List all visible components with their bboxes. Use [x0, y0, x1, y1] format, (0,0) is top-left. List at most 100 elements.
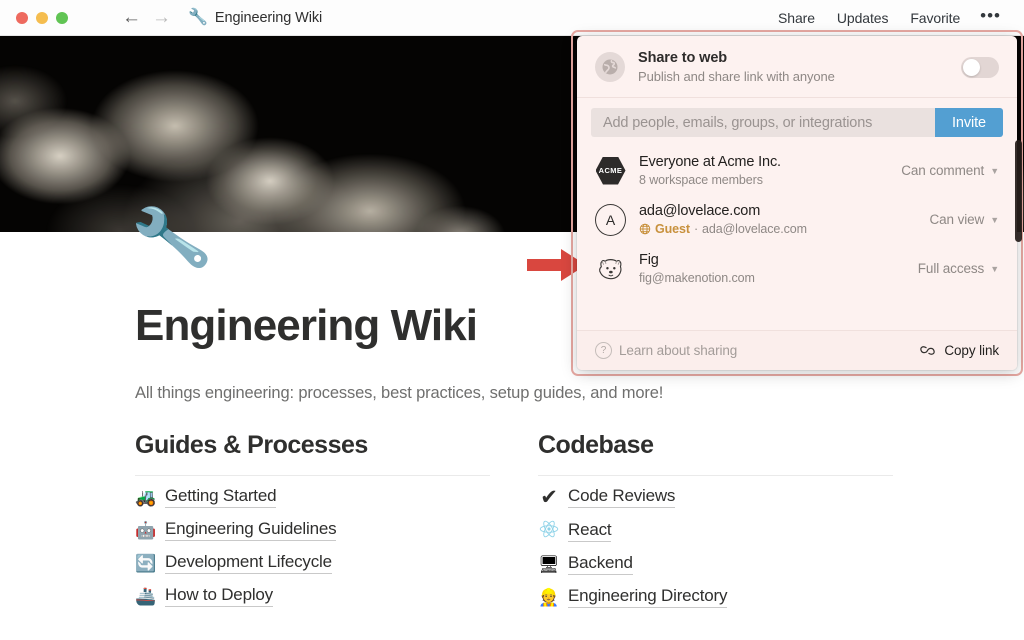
invite-button[interactable]: Invite — [935, 108, 1003, 137]
minimize-window-button[interactable] — [36, 12, 48, 24]
acme-badge-icon: ACME — [596, 157, 626, 185]
avatar — [595, 253, 626, 284]
page-link[interactable]: Development Lifecycle — [165, 552, 332, 574]
popover-footer: ? Learn about sharing Copy link — [577, 330, 1017, 370]
permission-label: Can comment — [901, 163, 984, 178]
page-link[interactable]: React — [568, 520, 611, 542]
member-row[interactable]: ACME Everyone at Acme Inc. 8 workspace m… — [577, 146, 1017, 195]
member-name: Everyone at Acme Inc. — [639, 154, 901, 170]
robot-icon: 🤖 — [135, 522, 157, 539]
invite-input[interactable] — [591, 108, 935, 137]
share-to-web-subtitle: Publish and share link with anyone — [638, 69, 961, 84]
dog-illustration-icon — [595, 256, 626, 282]
copy-link-label: Copy link — [944, 343, 999, 358]
maximize-window-button[interactable] — [56, 12, 68, 24]
permission-dropdown[interactable]: Can comment ▼ — [901, 163, 999, 178]
page-subtitle[interactable]: All things engineering: processes, best … — [135, 384, 1024, 403]
learn-label: Learn about sharing — [619, 343, 737, 358]
member-name: Fig — [639, 252, 918, 268]
page-link[interactable]: Code Reviews — [568, 486, 675, 508]
page-link[interactable]: Backend — [568, 553, 633, 575]
list-item[interactable]: ✔ Code Reviews — [538, 486, 893, 508]
toggle-knob — [963, 59, 980, 76]
letter-avatar: A — [595, 204, 626, 236]
favorite-button[interactable]: Favorite — [899, 6, 971, 30]
list-item[interactable]: 🚜 Getting Started — [135, 486, 490, 508]
hamburger-menu-icon[interactable] — [86, 10, 106, 26]
invite-row: Invite — [577, 98, 1017, 146]
vertical-scrollbar[interactable] — [1015, 140, 1022, 242]
member-texts: Everyone at Acme Inc. 8 workspace member… — [639, 154, 901, 187]
column-heading[interactable]: Guides & Processes — [135, 431, 490, 460]
learn-about-sharing-link[interactable]: ? Learn about sharing — [595, 342, 737, 359]
column-guides-processes: Guides & Processes 🚜 Getting Started 🤖 E… — [135, 431, 490, 619]
member-texts: ada@lovelace.com Guest · ada@lovelac — [639, 203, 929, 236]
chevron-down-icon: ▼ — [990, 166, 999, 176]
back-arrow-icon[interactable]: ← — [122, 8, 141, 27]
close-window-button[interactable] — [16, 12, 28, 24]
traffic-lights — [16, 12, 68, 24]
forward-arrow-icon[interactable]: → — [152, 8, 171, 27]
guest-globe-icon — [639, 223, 651, 235]
updates-button[interactable]: Updates — [826, 6, 899, 30]
more-options-icon[interactable]: ••• — [971, 7, 1010, 28]
page-link[interactable]: How to Deploy — [165, 585, 273, 607]
avatar: A — [595, 204, 626, 235]
page-link[interactable]: Engineering Directory — [568, 586, 727, 608]
construction-worker-icon: 👷 — [538, 589, 560, 606]
permission-label: Full access — [918, 261, 984, 276]
share-to-web-toggle[interactable] — [961, 57, 999, 78]
permission-label: Can view — [929, 212, 984, 227]
member-texts: Fig fig@makenotion.com — [639, 252, 918, 285]
window-title[interactable]: Engineering Wiki — [215, 10, 322, 26]
column-codebase: Codebase ✔ Code Reviews R — [538, 431, 893, 619]
list-item[interactable]: 🔄 Development Lifecycle — [135, 552, 490, 574]
heading-divider — [135, 475, 490, 476]
content-columns: Guides & Processes 🚜 Getting Started 🤖 E… — [135, 431, 1024, 619]
link-icon — [919, 343, 936, 358]
page-link[interactable]: Engineering Guidelines — [165, 519, 336, 541]
list-item[interactable]: React — [538, 519, 893, 542]
permission-dropdown[interactable]: Full access ▼ — [918, 261, 999, 276]
check-mark-icon: ✔ — [538, 487, 560, 508]
avatar-label: ACME — [599, 166, 623, 175]
column-heading[interactable]: Codebase — [538, 431, 893, 460]
share-to-web-row[interactable]: Share to web Publish and share link with… — [577, 36, 1017, 98]
list-item[interactable]: 🖥 Backend — [538, 553, 893, 575]
share-to-web-title: Share to web — [638, 50, 961, 66]
toolbar-actions: Share Updates Favorite ••• — [767, 6, 1010, 30]
page-link[interactable]: Getting Started — [165, 486, 276, 508]
separator-dot: · — [694, 222, 698, 236]
globe-icon — [595, 52, 625, 82]
app-window: ← → 🔧 Engineering Wiki Share Updates Fav… — [0, 0, 1024, 640]
list-item[interactable]: 🚢 How to Deploy — [135, 585, 490, 607]
badge-label: Guest — [655, 222, 690, 236]
ship-icon: 🚢 — [135, 588, 157, 605]
tractor-icon: 🚜 — [135, 489, 157, 506]
share-popover: Share to web Publish and share link with… — [577, 36, 1017, 370]
chevron-down-icon: ▼ — [990, 215, 999, 225]
hero-smoke-plume — [0, 36, 600, 232]
member-email: ada@lovelace.com — [702, 222, 807, 236]
member-row[interactable]: A ada@lovelace.com Guest — [577, 195, 1017, 244]
member-name: ada@lovelace.com — [639, 203, 929, 219]
member-subtitle-text: 8 workspace members — [639, 173, 763, 187]
copy-link-button[interactable]: Copy link — [919, 343, 999, 358]
wrench-icon: 🔧 — [188, 10, 208, 26]
member-subtitle: 8 workspace members — [639, 173, 901, 187]
share-button[interactable]: Share — [767, 6, 826, 30]
member-row[interactable]: Fig fig@makenotion.com Full access ▼ — [577, 244, 1017, 293]
heading-divider — [538, 475, 893, 476]
member-email: fig@makenotion.com — [639, 271, 755, 285]
question-mark-icon: ? — [595, 342, 612, 359]
react-logo-icon — [538, 519, 560, 542]
arrows-counterclockwise-icon: 🔄 — [135, 555, 157, 572]
chevron-down-icon: ▼ — [990, 264, 999, 274]
permission-dropdown[interactable]: Can view ▼ — [929, 212, 999, 227]
status-badge: Guest — [639, 222, 690, 236]
share-to-web-texts: Share to web Publish and share link with… — [638, 50, 961, 84]
list-item[interactable]: 🤖 Engineering Guidelines — [135, 519, 490, 541]
desktop-computer-icon: 🖥 — [538, 556, 560, 573]
avatar: ACME — [595, 155, 626, 186]
list-item[interactable]: 👷 Engineering Directory — [538, 586, 893, 608]
